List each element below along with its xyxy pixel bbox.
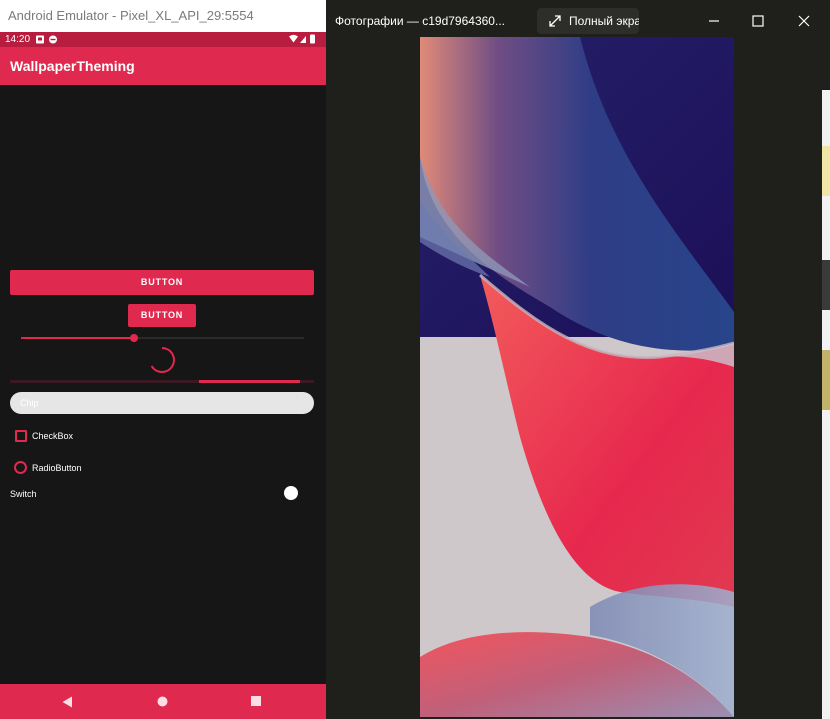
- progress-bar-fill: [199, 380, 300, 383]
- radio-button[interactable]: [14, 461, 27, 474]
- switch-label: Switch: [10, 489, 37, 499]
- photos-title: Фотографии — c19d7964360...: [335, 14, 505, 28]
- close-icon[interactable]: [797, 14, 811, 28]
- emulator-title: Android Emulator - Pixel_XL_API_29:5554: [0, 0, 326, 32]
- slider-track-active: [21, 337, 134, 339]
- fullscreen-button[interactable]: Полный экран: [537, 8, 639, 34]
- minimize-icon[interactable]: [707, 14, 721, 28]
- recents-icon[interactable]: [251, 696, 261, 706]
- wallpaper-image: [420, 37, 734, 717]
- expand-icon: [549, 15, 561, 27]
- status-bar: 14:20: [0, 32, 326, 47]
- thumbnail-1: [822, 146, 830, 196]
- button-small[interactable]: BUTTON: [128, 304, 196, 327]
- chip[interactable]: Chip: [10, 392, 314, 414]
- status-time: 14:20: [5, 34, 31, 45]
- home-icon[interactable]: [157, 696, 168, 707]
- fullscreen-label: Полный экран: [569, 14, 639, 28]
- slider-track-inactive: [134, 337, 304, 339]
- navigation-bar: [0, 684, 326, 719]
- app-bar-title: WallpaperTheming: [0, 47, 326, 85]
- thumbnail-2: [822, 260, 830, 310]
- notification-icons: [36, 35, 57, 44]
- radio-label[interactable]: RadioButton: [32, 462, 82, 474]
- checkbox-label[interactable]: CheckBox: [32, 430, 73, 442]
- checkbox[interactable]: [15, 430, 27, 442]
- maximize-icon[interactable]: [751, 14, 765, 28]
- signal-battery-icons: [289, 34, 315, 44]
- app-content: [0, 85, 326, 684]
- slider-thumb[interactable]: [130, 334, 138, 342]
- switch-toggle[interactable]: [284, 486, 298, 500]
- progress-spinner: [150, 347, 175, 373]
- button-wide[interactable]: BUTTON: [10, 270, 314, 295]
- background-window-edge: [822, 90, 830, 719]
- thumbnail-3: [822, 350, 830, 410]
- back-icon[interactable]: [62, 696, 73, 708]
